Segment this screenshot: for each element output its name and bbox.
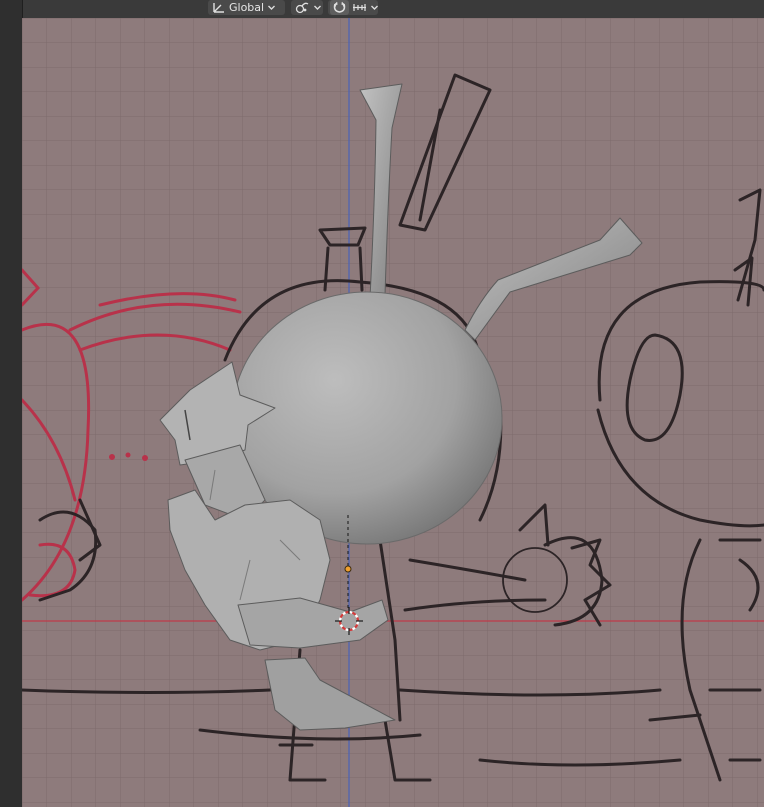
transform-orientation-label: Global <box>229 1 265 14</box>
pivot-point-icon <box>295 1 310 14</box>
object-origin[interactable] <box>344 565 352 573</box>
snapping-controls <box>328 0 378 15</box>
chevron-down-icon <box>267 3 276 12</box>
transform-orientation-dropdown[interactable]: Global <box>208 0 285 15</box>
viewport-header: Global <box>0 0 764 19</box>
left-toolbar-edge <box>0 0 23 807</box>
pivot-point-dropdown[interactable] <box>291 0 323 15</box>
snap-increment-icon[interactable] <box>352 1 367 14</box>
chevron-down-icon[interactable] <box>370 3 379 12</box>
magnet-icon[interactable] <box>330 0 349 15</box>
3d-viewport[interactable] <box>22 18 764 807</box>
viewport-scene <box>22 18 764 807</box>
chevron-down-icon <box>313 3 322 12</box>
orientation-axes-icon <box>212 1 226 14</box>
